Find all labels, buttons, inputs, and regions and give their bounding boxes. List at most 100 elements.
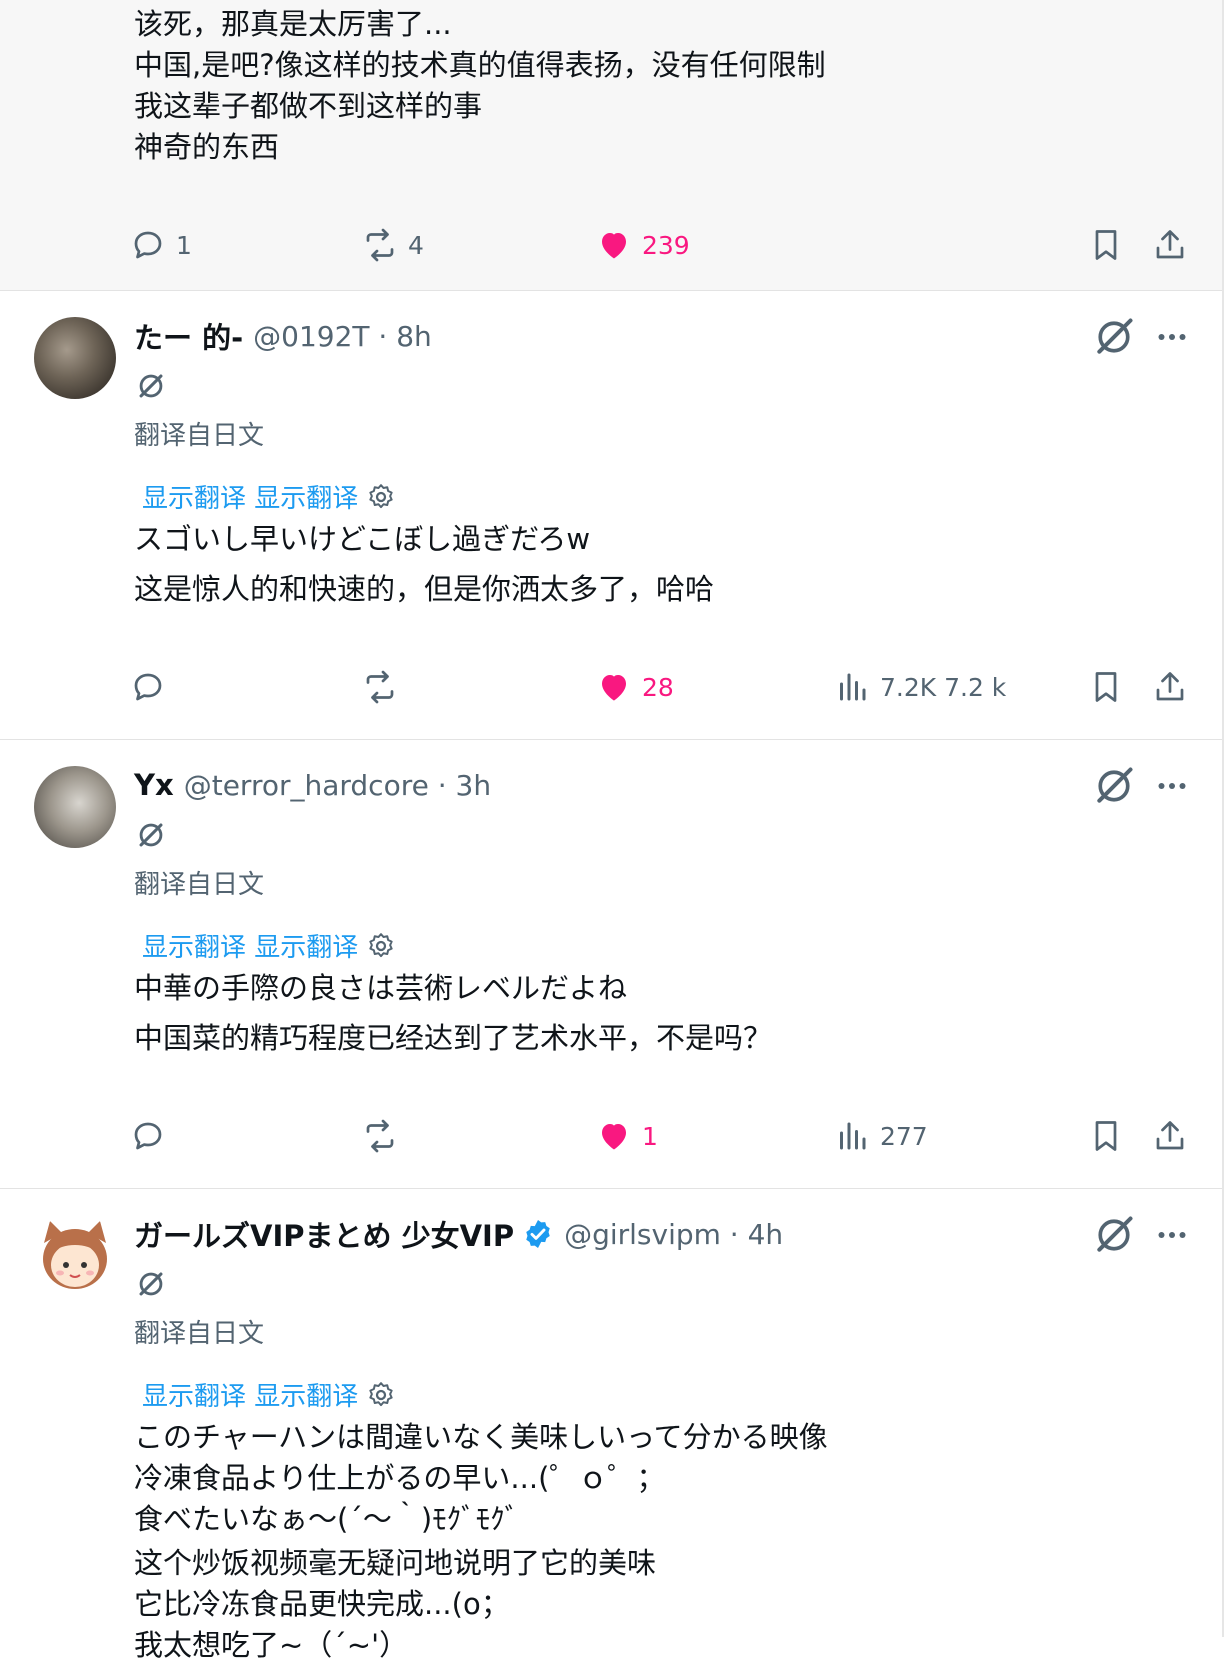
reply-button[interactable]: 1 (130, 223, 192, 267)
show-translation-label: 显示翻译 显示翻译 (142, 484, 359, 514)
original-text: 中華の手際の良さは芸術レベルだよね (134, 971, 628, 1005)
original-text: スゴいし早いけどこぼし過ぎだろw (134, 522, 591, 556)
tweet-line: 神奇的东西 (134, 130, 280, 164)
bookmark-button[interactable] (1084, 1114, 1128, 1158)
reply-button[interactable] (130, 1114, 166, 1158)
heart-icon (602, 1124, 626, 1150)
like-count: 28 (642, 672, 674, 702)
verified-badge-icon[interactable] (522, 1218, 554, 1250)
action-bar: 1 277 (0, 1114, 1222, 1158)
handle-and-time[interactable]: @0192T · 8h (253, 320, 432, 353)
views-button[interactable]: 7.2K 7.2 k (834, 665, 1006, 709)
repost-button[interactable]: 4 (362, 223, 424, 267)
grok-icon[interactable] (1092, 764, 1136, 808)
heart-icon (602, 233, 626, 259)
translated-from-label: 翻译自日文 (134, 1319, 265, 1349)
show-translation-link[interactable]: 显示翻译 显示翻译 (142, 478, 396, 515)
like-count: 1 (642, 1121, 658, 1151)
tweet-line: 该死，那真是太厉害了... (134, 7, 452, 41)
tweet-text: 该死，那真是太厉害了... 中国,是吧?像这样的技术真的值得表扬，没有任何限制 … (134, 4, 826, 168)
handle-and-time[interactable]: @terror_hardcore · 3h (184, 769, 491, 802)
reply-header: ガールズVIPまとめ 少女VIP @girlsvipm · 4h (134, 1214, 783, 1254)
reply-icon (134, 673, 162, 701)
more-button[interactable] (1150, 764, 1194, 808)
translated-text: 中国菜的精巧程度已经达到了艺术水平，不是吗？ (134, 1021, 773, 1055)
like-button[interactable]: 239 (596, 223, 690, 267)
repost-icon (366, 1119, 394, 1153)
reply-tweet[interactable]: Yx @terror_hardcore · 3h 翻译自日文 显示翻译 显示翻译… (0, 740, 1222, 1189)
analytics-icon (840, 673, 866, 701)
tweet-line: 我这辈子都做不到这样的事 (134, 89, 483, 123)
show-translation-link[interactable]: 显示翻译 显示翻译 (142, 927, 396, 964)
show-translation-label: 显示翻译 显示翻译 (142, 933, 359, 963)
gear-icon[interactable] (366, 931, 396, 961)
more-icon (1158, 783, 1186, 789)
bookmark-button[interactable] (1084, 223, 1128, 267)
repost-count: 4 (408, 230, 424, 260)
avatar[interactable] (34, 1213, 116, 1295)
reply-tweet[interactable]: たー 的- @0192T · 8h 翻译自日文 显示翻译 显示翻译 スゴいし早い… (0, 291, 1222, 740)
reply-header: Yx @terror_hardcore · 3h (134, 765, 491, 805)
share-icon (1156, 672, 1184, 701)
reply-count: 1 (176, 230, 192, 260)
reply-header: たー 的- @0192T · 8h (134, 316, 432, 356)
translated-line: 我太想吃了~（´~'） (134, 1628, 409, 1662)
main-tweet: 该死，那真是太厉害了... 中国,是吧?像这样的技术真的值得表扬，没有任何限制 … (0, 0, 1222, 291)
gear-icon[interactable] (366, 482, 396, 512)
repost-icon (366, 228, 394, 262)
gear-icon[interactable] (366, 1380, 396, 1410)
avatar[interactable] (34, 317, 116, 399)
reply-tweet[interactable]: ガールズVIPまとめ 少女VIP @girlsvipm · 4h 翻译自日文 显… (0, 1189, 1222, 1662)
grok-icon[interactable] (1092, 1213, 1136, 1257)
grok-icon (139, 823, 163, 847)
grok-icon (139, 1272, 163, 1296)
original-line: このチャーハンは間違いなく美味しいって分かる映像 (134, 1420, 828, 1454)
translated-line: 它比冷冻食品更快完成...(o； (134, 1587, 510, 1621)
original-text: このチャーハンは間違いなく美味しいって分かる映像 冷凍食品より仕上がるの早い..… (134, 1417, 828, 1540)
heart-icon (602, 675, 626, 701)
more-icon (1158, 334, 1186, 340)
display-name[interactable]: ガールズVIPまとめ 少女VIP (134, 1213, 514, 1255)
bookmark-icon (1095, 230, 1117, 260)
like-button[interactable]: 1 (596, 1114, 658, 1158)
repost-button[interactable] (362, 1114, 398, 1158)
bookmark-button[interactable] (1084, 665, 1128, 709)
display-name[interactable]: たー 的- (134, 315, 243, 357)
translated-text: 这是惊人的和快速的，但是你洒太多了，哈哈 (134, 572, 715, 606)
share-button[interactable] (1148, 223, 1192, 267)
repost-button[interactable] (362, 665, 398, 709)
analytics-icon (840, 1122, 866, 1150)
translated-text: 这个炒饭视频毫无疑问地说明了它的美味 它比冷冻食品更快完成...(o； 我太想吃… (134, 1543, 656, 1666)
translated-line: 这个炒饭视频毫无疑问地说明了它的美味 (134, 1546, 657, 1580)
action-bar: 1 4 239 (0, 223, 1222, 267)
handle-and-time[interactable]: @girlsvipm · 4h (564, 1218, 783, 1251)
grok-icon (139, 374, 163, 398)
display-name[interactable]: Yx (134, 768, 174, 802)
reply-icon (134, 231, 162, 259)
more-button[interactable] (1150, 315, 1194, 359)
share-icon (1156, 230, 1184, 259)
original-line: 冷凍食品より仕上がるの早い...(゜ｏ゜； (134, 1461, 666, 1495)
view-count: 7.2K 7.2 k (880, 672, 1007, 702)
share-button[interactable] (1148, 665, 1192, 709)
translated-from-label: 翻译自日文 (134, 870, 265, 900)
more-button[interactable] (1150, 1213, 1194, 1257)
more-icon (1158, 1232, 1186, 1238)
like-button[interactable]: 28 (596, 665, 674, 709)
view-count: 277 (880, 1121, 928, 1151)
action-bar: 28 7.2K 7.2 k (0, 665, 1222, 709)
show-translation-label: 显示翻译 显示翻译 (142, 1382, 359, 1412)
tweet-line: 中国,是吧?像这样的技术真的值得表扬，没有任何限制 (134, 48, 826, 82)
grok-icon[interactable] (1092, 315, 1136, 359)
avatar-illustration (43, 1221, 107, 1289)
share-icon (1156, 1121, 1184, 1150)
original-line: 食べたいなぁ〜(´〜｀)ﾓｸﾞﾓｸﾞ (134, 1502, 520, 1536)
reply-icon (134, 1122, 162, 1150)
views-button[interactable]: 277 (834, 1114, 928, 1158)
reply-feed: 该死，那真是太厉害了... 中国,是吧?像这样的技术真的值得表扬，没有任何限制 … (0, 0, 1224, 1662)
share-button[interactable] (1148, 1114, 1192, 1158)
bookmark-icon (1095, 1121, 1117, 1151)
avatar[interactable] (34, 766, 116, 848)
reply-button[interactable] (130, 665, 166, 709)
show-translation-link[interactable]: 显示翻译 显示翻译 (142, 1376, 396, 1413)
